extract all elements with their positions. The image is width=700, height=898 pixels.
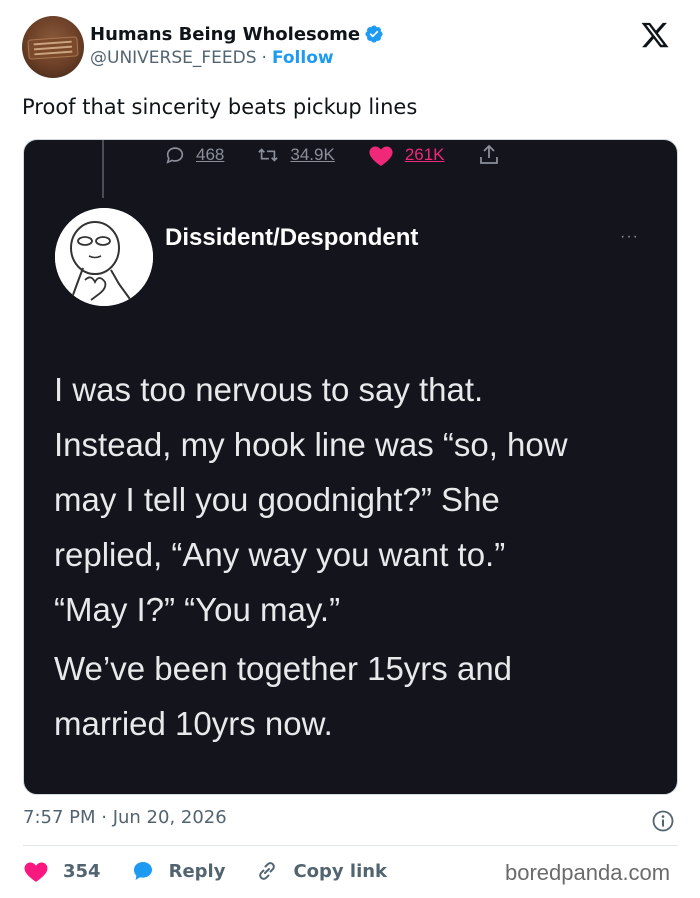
heart-icon xyxy=(24,862,48,882)
text-line: replied, “Any way you want to.” xyxy=(54,536,506,573)
copy-link-label: Copy link xyxy=(293,860,388,882)
account-handle[interactable]: @UNIVERSE_FEEDS xyxy=(90,48,257,68)
action-bar: 354 Reply Copy link xyxy=(23,856,417,886)
like-count: 354 xyxy=(63,860,101,882)
reply-button[interactable]: Reply xyxy=(131,859,226,883)
retweet-icon xyxy=(258,148,279,162)
separator-dot: · xyxy=(261,48,267,68)
account-avatar[interactable] xyxy=(22,16,84,78)
embedded-more-icon: ··· xyxy=(620,228,639,245)
embedded-reply-stat: 468 xyxy=(164,144,224,166)
info-icon[interactable] xyxy=(651,809,675,833)
embedded-retweet-stat: 34.9K xyxy=(256,144,335,166)
embedded-paragraph: I was too nervous to say that. Instead, … xyxy=(54,362,654,637)
embedded-post-text: I was too nervous to say that. Instead, … xyxy=(54,362,654,751)
avatar-sign-image xyxy=(27,36,79,60)
text-line: “May I?” “You may.” xyxy=(54,591,341,628)
tweet-text: Proof that sincerity beats pickup lines xyxy=(22,95,418,119)
post-timestamp[interactable]: 7:57 PM · Jun 20, 2026 xyxy=(23,807,227,828)
share-icon xyxy=(479,144,498,164)
embedded-share-stat xyxy=(477,143,511,167)
account-name[interactable]: Humans Being Wholesome xyxy=(90,24,360,45)
embedded-stats-row: 468 34.9K 261K xyxy=(164,140,543,170)
link-icon xyxy=(259,862,276,880)
reply-icon xyxy=(166,147,184,164)
like-button[interactable]: 354 xyxy=(23,859,101,883)
verified-badge-icon xyxy=(365,25,383,43)
embedded-retweet-count: 34.9K xyxy=(290,145,335,164)
copy-link-button[interactable]: Copy link xyxy=(255,859,387,883)
meme-face-icon xyxy=(55,208,153,306)
account-name-row: Humans Being Wholesome xyxy=(90,22,384,46)
heart-icon xyxy=(369,146,393,166)
reply-label: Reply xyxy=(168,860,226,882)
text-line: We’ve been together 15yrs and xyxy=(54,650,513,687)
embedded-like-stat: 261K xyxy=(367,143,445,167)
embedded-paragraph: We’ve been together 15yrs and married 10… xyxy=(54,641,654,751)
follow-button[interactable]: Follow xyxy=(272,48,334,68)
reply-bubble-icon xyxy=(133,862,152,880)
x-logo-icon[interactable] xyxy=(640,20,670,50)
embedded-author-name: Dissident/Despondent xyxy=(165,224,419,251)
embedded-like-count: 261K xyxy=(404,145,445,164)
text-line: Instead, my hook line was “so, how xyxy=(54,426,568,463)
embedded-author-avatar xyxy=(55,208,153,306)
embedded-screenshot[interactable]: 468 34.9K 261K Dissident/Despondent ··· xyxy=(23,139,678,795)
thread-line xyxy=(102,140,104,198)
divider xyxy=(23,845,678,846)
text-line: married 10yrs now. xyxy=(54,705,333,742)
text-line: I was too nervous to say that. xyxy=(54,371,484,408)
handle-row: @UNIVERSE_FEEDS · Follow xyxy=(90,48,334,68)
post-header: Humans Being Wholesome @UNIVERSE_FEEDS ·… xyxy=(0,0,700,90)
embedded-reply-count: 468 xyxy=(196,145,225,164)
boredpanda-watermark: boredpanda.com xyxy=(505,860,671,885)
text-line: may I tell you goodnight?” She xyxy=(54,481,500,518)
